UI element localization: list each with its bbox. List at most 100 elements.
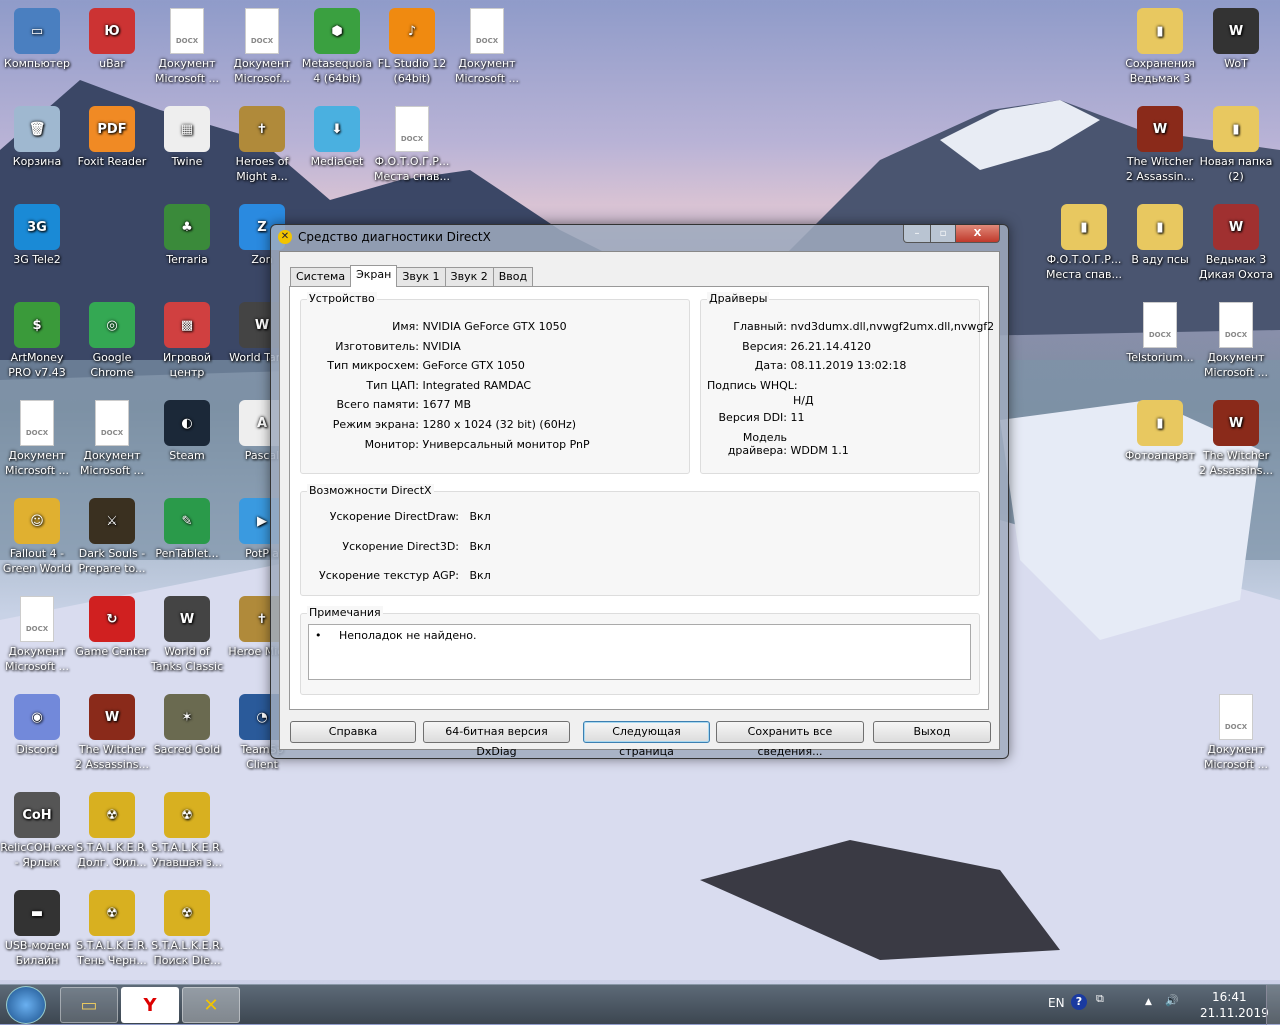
taskbar-dxdiag[interactable]: ✕ <box>182 987 240 1023</box>
desktop-icon-label: RelicCOH.exe - Ярлык <box>0 841 74 869</box>
minimize-button[interactable]: – <box>903 225 931 243</box>
exit-button[interactable]: Выход <box>873 721 991 743</box>
desktop-icon[interactable]: DOCX Документ Microsoft ... <box>1198 690 1274 772</box>
desktop-icon-label: The Witcher 2 Assassin... <box>1125 155 1195 183</box>
desktop-icon-label: USB-модем Билайн <box>4 939 70 967</box>
directx-feature-row: Ускорение DirectDraw: Вкл <box>301 510 491 523</box>
save-all-info-button[interactable]: Сохранить все сведения... <box>716 721 864 758</box>
desktop-icon[interactable]: ♣ Terraria <box>149 200 225 267</box>
desktop-icon[interactable]: W The Witcher 2 Assassins... <box>74 690 150 772</box>
desktop-icon[interactable]: ◐ Steam <box>149 396 225 463</box>
document-icon: DOCX <box>95 400 129 446</box>
close-button[interactable]: X <box>955 225 1000 243</box>
desktop-icon[interactable]: W Ведьмак 3 Дикая Охота <box>1198 200 1274 282</box>
desktop-icon-label: Документ Microsoft ... <box>79 449 145 477</box>
desktop-icon[interactable]: ▮ В аду псы <box>1122 200 1198 267</box>
desktop-icon-label: В аду псы <box>1131 253 1189 266</box>
desktop-icon[interactable]: ⬇ MediaGet <box>299 102 375 169</box>
show-hidden-icons[interactable]: ▲ <box>1145 997 1152 1007</box>
desktop-icon[interactable]: DOCX Документ Microsoft ... <box>449 4 525 86</box>
network-icon[interactable]: ⧉ <box>1096 992 1104 1006</box>
desktop-icon[interactable]: $ ArtMoney PRO v7.43 <box>0 298 75 380</box>
desktop-icon[interactable]: ☢ S.T.A.L.K.E.R. Тень Черн... <box>74 886 150 968</box>
desktop-icon-label: The Witcher 2 Assassins... <box>1199 449 1273 477</box>
desktop-icon[interactable]: ▩ Игровой центр <box>149 298 225 380</box>
desktop-icon[interactable]: ▮ Ф.О.Т.О.Г.Р... Места спав... <box>1046 200 1122 282</box>
next-page-button[interactable]: Следующая страница <box>583 721 710 758</box>
device-field-label: Тип микросхем: <box>327 359 419 373</box>
desktop-icon[interactable]: ☢ S.T.A.L.K.E.R. Упавшая з... <box>149 788 225 870</box>
driver-model-value: WDDM 1.1 <box>790 444 849 457</box>
maximize-button[interactable]: ▫ <box>930 225 956 243</box>
tab-sound-2[interactable]: Звук 2 <box>444 267 494 286</box>
desktop-icon[interactable]: ⬢ Metasequoia 4 (64bit) <box>299 4 375 86</box>
directx-features-group: Возможности DirectX Ускорение DirectDraw… <box>300 484 980 596</box>
desktop-icon[interactable]: DOCX Документ Microsoft ... <box>0 592 75 674</box>
clock-time[interactable]: 16:41 <box>1212 990 1247 1004</box>
desktop-icon[interactable]: W WoT <box>1198 4 1274 71</box>
desktop-icon[interactable]: ☢ S.T.A.L.K.E.R. Долг. Фил... <box>74 788 150 870</box>
device-field-label: Режим экрана: <box>332 418 419 431</box>
desktop-icon[interactable]: W The Witcher 2 Assassins... <box>1198 396 1274 478</box>
desktop-icon[interactable]: ✝ Heroes of Might a... <box>224 102 300 184</box>
directx-icon: ✕ <box>278 230 292 244</box>
desktop-icon[interactable]: ▬ USB-модем Билайн <box>0 886 75 968</box>
desktop-icon[interactable]: ЮuBar <box>74 4 150 71</box>
tab-sound-1[interactable]: Звук 1 <box>396 267 446 286</box>
start-button[interactable] <box>6 986 46 1024</box>
desktop-icon[interactable]: W World of Tanks Classic <box>149 592 225 674</box>
feature-label: Ускорение DirectDraw: <box>329 510 459 523</box>
app-icon: ▮ <box>1213 106 1259 152</box>
app-icon: ▦ <box>164 106 210 152</box>
volume-icon[interactable]: 🔊 <box>1165 994 1179 1007</box>
desktop-icon[interactable]: DOCX Документ Microsoft ... <box>74 396 150 478</box>
desktop-icon-label: Ведьмак 3 Дикая Охота <box>1198 253 1274 281</box>
clock-date[interactable]: 21.11.2019 <box>1200 1006 1269 1020</box>
desktop-icon[interactable]: DOCX Telstorium... <box>1122 298 1198 365</box>
desktop-icon[interactable]: DOCX Документ Microsoft ... <box>0 396 75 478</box>
desktop-icon[interactable]: ▦ Twine <box>149 102 225 169</box>
show-desktop-button[interactable] <box>1266 985 1280 1025</box>
desktop-icon[interactable]: 3G 3G Tele2 <box>0 200 75 267</box>
desktop-icon[interactable]: ✎ PenTablet... <box>149 494 225 561</box>
desktop-icon[interactable]: DOCX Документ Microsof... <box>224 4 300 86</box>
desktop-icon[interactable]: ✶ Sacred Gold <box>149 690 225 757</box>
notes-text: Неполадок не найдено. <box>338 629 477 642</box>
desktop-icon[interactable]: ♪ FL Studio 12 (64bit) <box>374 4 450 86</box>
tab-display[interactable]: Экран <box>350 265 398 287</box>
app-icon: ▮ <box>1061 204 1107 250</box>
desktop-icon-label: S.T.A.L.K.E.R. Тень Черн... <box>76 939 148 967</box>
app-icon: $ <box>14 302 60 348</box>
desktop-icon-label: Ф.О.Т.О.Г.Р... Места спав... <box>374 155 450 183</box>
language-indicator[interactable]: EN <box>1048 996 1065 1010</box>
desktop-icon[interactable]: PDF Foxit Reader <box>74 102 150 169</box>
desktop-icon[interactable]: ▭ Компьютер <box>0 4 75 71</box>
desktop-icon[interactable]: ◎ Google Chrome <box>74 298 150 380</box>
tab-input[interactable]: Ввод <box>492 267 534 286</box>
desktop-icon-label: S.T.A.L.K.E.R. Упавшая з... <box>151 841 223 869</box>
help-tray-icon[interactable]: ? <box>1071 994 1087 1010</box>
desktop-icon[interactable]: ▮ Новая папка (2) <box>1198 102 1274 184</box>
desktop-icon[interactable]: DOCX Документ Microsoft ... <box>1198 298 1274 380</box>
app-icon: ☢ <box>164 792 210 838</box>
title-bar[interactable]: ✕ Средство диагностики DirectX – ▫ X <box>271 225 1008 249</box>
desktop-icon[interactable]: ◉ Discord <box>0 690 75 757</box>
desktop-icon[interactable]: ▮ Фотоапарат <box>1122 396 1198 463</box>
desktop-icon[interactable]: 🗑 Корзина <box>0 102 75 169</box>
desktop-icon[interactable]: ☺ Fallout 4 - Green World <box>0 494 75 576</box>
notes-box[interactable]: • Неполадок не найдено. <box>308 624 971 680</box>
desktop-icon[interactable]: W The Witcher 2 Assassin... <box>1122 102 1198 184</box>
dxdiag-64bit-button[interactable]: 64-битная версия DxDiag <box>423 721 570 758</box>
desktop-icon[interactable]: DOCX Документ Microsoft ... <box>149 4 225 86</box>
desktop-icon[interactable]: ▮ Сохранения Ведьмак 3 <box>1122 4 1198 86</box>
desktop-icon[interactable]: CoH RelicCOH.exe - Ярлык <box>0 788 75 870</box>
desktop-icon[interactable]: ⚔ Dark Souls - Prepare to... <box>74 494 150 576</box>
tab-system[interactable]: Система <box>290 267 352 286</box>
whql-value: Н/Д <box>793 394 814 407</box>
desktop-icon[interactable]: ☢ S.T.A.L.K.E.R. Поиск Dle... <box>149 886 225 968</box>
desktop-icon[interactable]: DOCX Ф.О.Т.О.Г.Р... Места спав... <box>374 102 450 184</box>
taskbar-yandex-browser[interactable]: Y <box>121 987 179 1023</box>
help-button[interactable]: Справка <box>290 721 416 743</box>
desktop-icon[interactable]: ↻ Game Center <box>74 592 150 659</box>
taskbar-explorer[interactable]: ▭ <box>60 987 118 1023</box>
